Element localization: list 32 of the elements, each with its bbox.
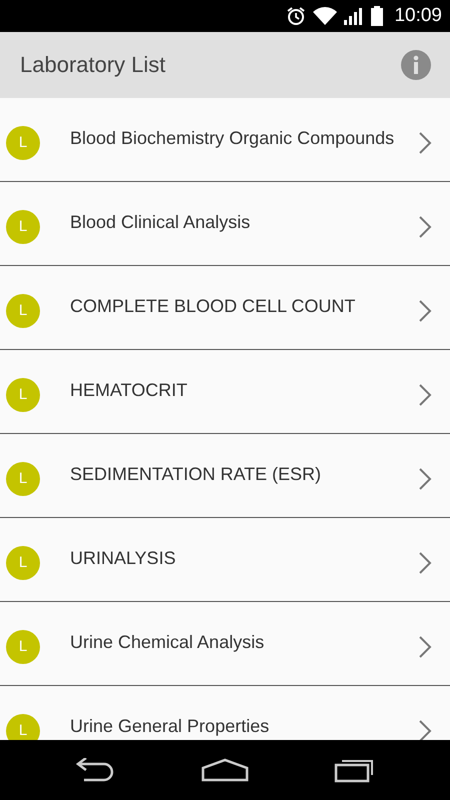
alarm-clock-icon <box>286 6 306 26</box>
letter-badge: L <box>6 126 40 160</box>
item-label: COMPLETE BLOOD CELL COUNT <box>70 296 356 317</box>
chevron-right-icon <box>418 550 432 574</box>
item-label: URINALYSIS <box>70 548 177 569</box>
signal-icon <box>344 7 364 25</box>
screen-title: Laboratory List <box>20 52 166 78</box>
wifi-icon <box>313 7 338 25</box>
letter-badge: L <box>6 546 40 580</box>
chevron-right-icon <box>418 466 432 490</box>
chevron-right-icon <box>418 382 432 406</box>
item-label: SEDIMENTATION RATE (ESR) <box>70 464 322 485</box>
chevron-right-icon <box>418 214 432 238</box>
letter-badge: L <box>6 378 40 412</box>
letter-badge: L <box>6 630 40 664</box>
letter-badge: L <box>6 294 40 328</box>
item-label: HEMATOCRIT <box>70 380 188 401</box>
battery-icon <box>371 6 384 26</box>
letter-badge: L <box>6 462 40 496</box>
chevron-right-icon <box>418 130 432 154</box>
chevron-right-icon <box>418 298 432 322</box>
letter-badge: L <box>6 714 40 740</box>
chevron-right-icon <box>418 718 432 740</box>
chevron-right-icon <box>418 634 432 658</box>
item-label: Urine General Properties <box>70 716 270 737</box>
item-label: Urine Chemical Analysis <box>70 632 266 653</box>
letter-badge: L <box>6 210 40 244</box>
home-icon[interactable] <box>200 758 249 782</box>
info-icon[interactable] <box>401 50 431 80</box>
item-label: Blood Biochemistry Organic Compounds <box>70 128 396 149</box>
status-time: 10:09 <box>394 5 442 27</box>
item-label: Blood Clinical Analysis <box>70 212 252 233</box>
